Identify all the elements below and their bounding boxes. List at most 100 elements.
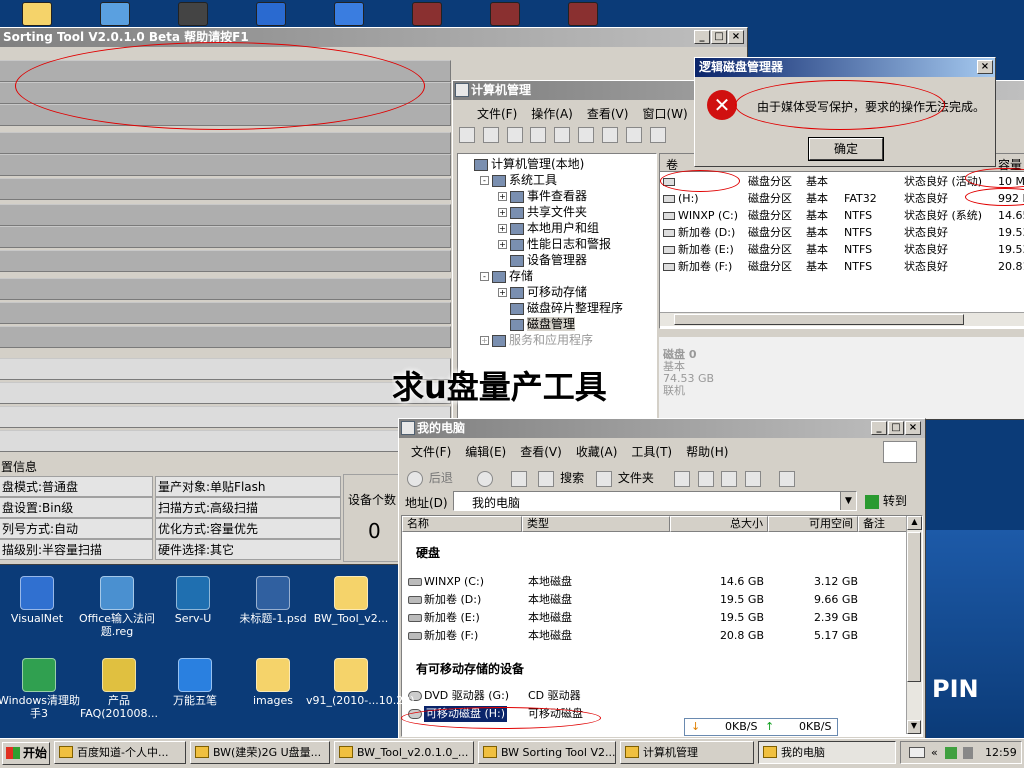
expander-icon[interactable]: - — [480, 176, 489, 185]
error-dialog-titlebar[interactable]: 逻辑磁盘管理器 — [695, 58, 995, 77]
scroll-thumb[interactable] — [907, 532, 921, 682]
up-folder-icon[interactable] — [510, 470, 527, 487]
show-tree-icon[interactable] — [530, 127, 547, 143]
tree-item[interactable]: 计算机管理(本地) — [458, 156, 656, 172]
drive-row[interactable]: 新加卷 (D:) 本地磁盘 19.5 GB 9.66 GB — [402, 592, 902, 608]
network-icon[interactable] — [100, 2, 130, 26]
error-dialog[interactable]: 逻辑磁盘管理器 × ✕ 由于媒体受写保护，要求的操作无法完成。 确定 — [694, 57, 996, 167]
app-icon[interactable] — [178, 2, 208, 26]
tree-item[interactable]: + 性能日志和警报 — [458, 236, 656, 252]
move-to-icon[interactable] — [673, 470, 690, 487]
minimize-button[interactable]: _ — [694, 30, 710, 44]
drive-row[interactable]: WINXP (C:) 本地磁盘 14.6 GB 3.12 GB — [402, 574, 902, 590]
scroll-down-icon[interactable]: ▼ — [907, 720, 921, 734]
dropdown-arrow-icon[interactable]: ▼ — [840, 492, 856, 510]
desktop-icon[interactable]: Serv-U — [148, 576, 238, 625]
task-button[interactable]: 计算机管理 — [620, 741, 754, 764]
back-arrow-icon[interactable] — [407, 470, 423, 487]
expander-icon[interactable]: + — [480, 336, 489, 345]
volume-row[interactable]: (H:) 磁盘分区 基本 FAT32 状态良好 992 M — [660, 191, 1024, 207]
views-icon[interactable] — [778, 470, 795, 487]
column-header[interactable]: 总大小 — [670, 516, 768, 532]
copy-to-icon[interactable] — [697, 470, 714, 487]
properties-icon[interactable] — [578, 127, 595, 143]
forward-arrow-icon[interactable] — [482, 127, 499, 143]
keyboard-icon[interactable] — [909, 747, 925, 758]
tree-item[interactable]: + 服务和应用程序 — [458, 332, 656, 348]
volume-row[interactable]: WINXP (C:) 磁盘分区 基本 NTFS 状态良好 (系统) 14.65 — [660, 208, 1024, 224]
expander-icon[interactable]: + — [498, 192, 507, 201]
sorting-tool-titlebar[interactable]: Sorting Tool V2.0.1.0 Beta 帮助请按F1 — [0, 28, 747, 47]
volume-row[interactable]: 磁盘分区 基本 状态良好 (活动) 10 ME — [660, 174, 1024, 190]
search-button[interactable]: 搜索 — [560, 471, 584, 485]
desktop-icon[interactable]: VisualNet — [0, 576, 82, 625]
col-capacity[interactable]: 容量 — [998, 156, 1022, 173]
my-computer-titlebar[interactable]: 我的电脑 — [399, 419, 925, 438]
start-button[interactable]: 开始 — [2, 742, 50, 765]
desktop-icon[interactable]: 万能五笔 — [150, 658, 240, 707]
menu-item[interactable]: 窗口(W) — [642, 105, 687, 123]
tree-item[interactable]: - 存储 — [458, 268, 656, 284]
volume-row[interactable]: 新加卷 (D:) 磁盘分区 基本 NTFS 状态良好 19.53 — [660, 225, 1024, 241]
volume-row[interactable]: 新加卷 (E:) 磁盘分区 基本 NTFS 状态良好 19.53 — [660, 242, 1024, 258]
settings-icon[interactable] — [649, 127, 666, 143]
winrar-icon[interactable] — [568, 2, 598, 26]
folders-button[interactable]: 文件夹 — [618, 471, 654, 485]
menu-item[interactable]: 查看(V) — [587, 105, 629, 123]
refresh-icon[interactable] — [601, 127, 618, 143]
menu-item[interactable]: 工具(T) — [631, 443, 672, 461]
dialog-close-button[interactable]: × — [977, 60, 993, 74]
winrar-icon[interactable] — [490, 2, 520, 26]
desktop-icon[interactable]: Windows清理助手3 — [0, 658, 84, 720]
drive-row[interactable]: 新加卷 (E:) 本地磁盘 19.5 GB 2.39 GB — [402, 610, 902, 626]
close-button[interactable]: × — [905, 421, 921, 435]
expander-icon[interactable]: + — [498, 240, 507, 249]
horizontal-scrollbar[interactable] — [660, 312, 1024, 326]
desktop-icon[interactable]: v91_(2010-...10.29) — [306, 658, 415, 707]
back-button[interactable]: 后退 — [429, 471, 453, 485]
vertical-scrollbar[interactable]: ▲ ▼ — [906, 516, 922, 734]
winrar-icon[interactable] — [412, 2, 442, 26]
task-button[interactable]: 我的电脑 — [758, 741, 896, 764]
globe-icon[interactable] — [256, 2, 286, 26]
menu-item[interactable]: 操作(A) — [531, 105, 573, 123]
folder-icon[interactable] — [22, 2, 52, 26]
task-button[interactable]: BW(建荣)2G U盘量... — [190, 741, 330, 764]
menu-item[interactable]: 查看(V) — [520, 443, 562, 461]
search-icon[interactable] — [538, 470, 555, 487]
drive-row[interactable]: 新加卷 (F:) 本地磁盘 20.8 GB 5.17 GB — [402, 628, 902, 644]
menu-item[interactable]: 编辑(E) — [465, 443, 506, 461]
delete-icon[interactable] — [625, 127, 642, 143]
column-header[interactable]: 名称 — [402, 516, 522, 532]
undo-icon[interactable] — [745, 470, 762, 487]
column-header[interactable]: 备注 — [858, 516, 908, 532]
col-volume[interactable]: 卷 — [666, 156, 678, 173]
help-icon[interactable] — [554, 127, 571, 143]
tree-item[interactable]: 磁盘碎片整理程序 — [458, 300, 656, 316]
tree-item[interactable]: 设备管理器 — [458, 252, 656, 268]
desktop-icon[interactable]: images — [228, 658, 318, 707]
maximize-button[interactable]: □ — [888, 421, 904, 435]
task-button[interactable]: BW Sorting Tool V2.... — [478, 741, 616, 764]
delete-icon[interactable] — [721, 470, 738, 487]
expander-icon[interactable]: - — [480, 272, 489, 281]
tree-item[interactable]: + 共享文件夹 — [458, 204, 656, 220]
tree-item[interactable]: 磁盘管理 — [458, 316, 656, 332]
removable-row[interactable]: DVD 驱动器 (G:) CD 驱动器 — [402, 688, 902, 704]
back-arrow-icon[interactable] — [459, 127, 475, 143]
task-button[interactable]: BW_Tool_v2.0.1.0_... — [334, 741, 474, 764]
desktop-icon[interactable]: BW_Tool_v2... — [306, 576, 396, 625]
menu-item[interactable]: 文件(F) — [477, 105, 517, 123]
network-tray-icon[interactable] — [945, 747, 957, 759]
ie-icon[interactable] — [334, 2, 364, 26]
chevron-left-icon[interactable]: « — [931, 742, 938, 763]
volume-tray-icon[interactable] — [963, 747, 973, 759]
tree-item[interactable]: + 本地用户和组 — [458, 220, 656, 236]
tree-item[interactable]: - 系统工具 — [458, 172, 656, 188]
expander-icon[interactable]: + — [498, 288, 507, 297]
expander-icon[interactable]: + — [498, 224, 507, 233]
close-button[interactable]: × — [728, 30, 744, 44]
desktop-icon[interactable]: 未标题-1.psd — [228, 576, 318, 625]
volume-row[interactable]: 新加卷 (F:) 磁盘分区 基本 NTFS 状态良好 20.81 — [660, 259, 1024, 275]
menu-item[interactable]: 文件(F) — [411, 443, 451, 461]
